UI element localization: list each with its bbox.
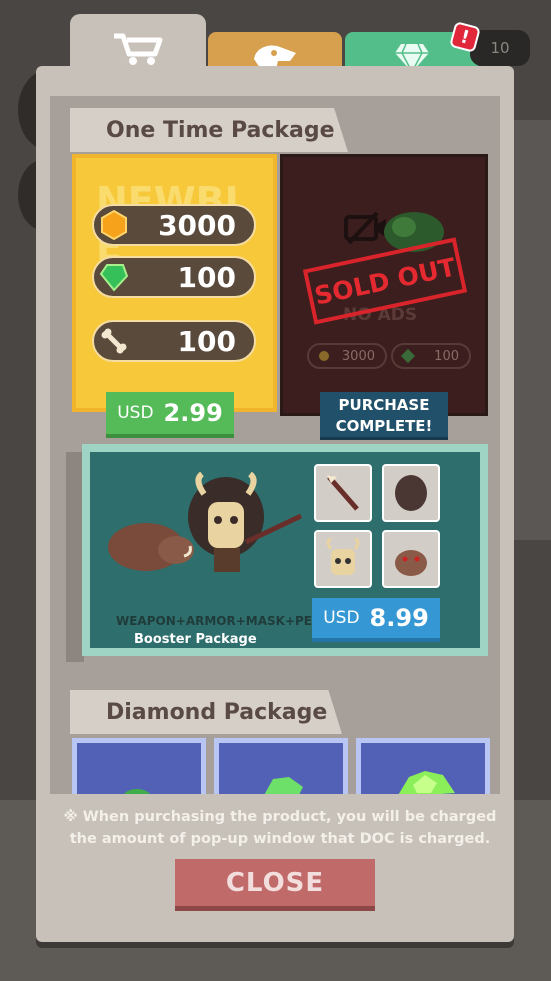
- booster-item-weapon: [314, 464, 372, 522]
- reward-gems: 100: [92, 256, 256, 298]
- fur-armor-icon: [395, 475, 427, 511]
- price-amount: 2.99: [163, 399, 223, 427]
- diamond-small-icon: [124, 789, 150, 794]
- no-ads-coins-value: 3000: [341, 348, 375, 364]
- top-counter: 10: [470, 30, 530, 66]
- reward-bones: 100: [92, 320, 256, 362]
- coin-icon: [319, 351, 329, 361]
- price-currency: USD: [117, 403, 154, 423]
- no-ads-package-card: NO ADS SOLD OUT 3000 100: [280, 154, 488, 416]
- gem-icon: [94, 262, 134, 292]
- reward-bones-value: 100: [177, 324, 236, 358]
- no-ads-coins: 3000: [307, 343, 387, 369]
- newbie-package-card[interactable]: NEWBI E 3000 100 100: [72, 154, 277, 412]
- diamond-package-card[interactable]: [72, 738, 206, 794]
- gem-icon: [400, 348, 416, 364]
- no-ads-gems-value: 100: [434, 348, 459, 364]
- diamond-large-icon: [398, 771, 455, 794]
- purchase-complete-line2: COMPLETE!: [335, 417, 433, 435]
- price-amount: 8.99: [369, 604, 429, 632]
- background-scenery: [511, 120, 551, 540]
- newbie-buy-button[interactable]: USD 2.99: [106, 392, 234, 438]
- no-ads-gems: 100: [391, 343, 471, 369]
- booster-name: Booster Package: [134, 632, 257, 647]
- coin-icon: [94, 210, 134, 240]
- boar-pet-icon: [395, 550, 427, 576]
- shopping-cart-icon: [114, 33, 163, 65]
- purchase-notice: ※ When purchasing the product, you will …: [63, 809, 497, 847]
- booster-item-armor: [382, 464, 440, 522]
- mask-icon: [326, 537, 360, 575]
- price-currency: USD: [323, 608, 360, 628]
- diamond-package-card[interactable]: [356, 738, 490, 794]
- purchase-complete-button: PURCHASE COMPLETE!: [320, 392, 448, 440]
- section-title-diamond: Diamond Package: [70, 690, 342, 734]
- section-title-one-time: One Time Package: [70, 108, 348, 152]
- close-button[interactable]: CLOSE: [175, 859, 375, 911]
- diamond-package-card[interactable]: [214, 738, 348, 794]
- reward-coins-value: 3000: [158, 208, 236, 242]
- bone-icon: [94, 326, 134, 356]
- diamond-medium-icon: [264, 777, 303, 794]
- booster-tagline: WEAPON+ARMOR+MASK+PET: [116, 614, 321, 628]
- booster-buy-button[interactable]: USD 8.99: [312, 598, 440, 642]
- reward-gems-value: 100: [177, 260, 236, 294]
- booster-item-mask: [314, 530, 372, 588]
- reward-coins: 3000: [92, 204, 256, 246]
- purchase-complete-line1: PURCHASE: [338, 396, 430, 414]
- spear-icon: [327, 475, 359, 511]
- shop-scroll-area[interactable]: One Time Package NEWBI E 3000 100 100 US…: [50, 96, 500, 794]
- booster-package-card[interactable]: WEAPON+ARMOR+MASK+PET Booster Package US…: [82, 444, 488, 656]
- booster-item-pet: [382, 530, 440, 588]
- caveman-boar-illustration: [108, 472, 303, 572]
